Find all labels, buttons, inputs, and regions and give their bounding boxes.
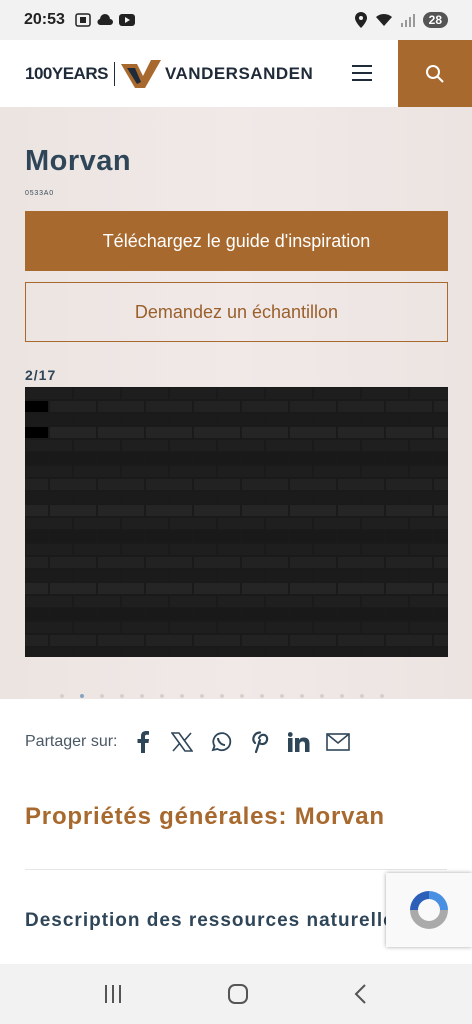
menu-button[interactable]	[345, 56, 379, 90]
gallery-dot[interactable]	[240, 694, 244, 698]
gallery-counter: 2/17	[25, 367, 57, 383]
share-row: Partager sur:	[25, 730, 365, 754]
search-button[interactable]	[398, 40, 472, 107]
gallery-dot[interactable]	[100, 694, 104, 698]
gallery-dot-active[interactable]	[80, 694, 84, 698]
cloud-icon	[97, 14, 113, 26]
properties-heading: Propriétés générales: Morvan	[25, 803, 385, 830]
youtube-icon	[118, 14, 135, 26]
brick-wall-image	[25, 388, 448, 657]
logo-divider	[113, 61, 115, 86]
recaptcha-icon	[410, 891, 448, 929]
gallery-dot[interactable]	[60, 694, 64, 698]
share-label: Partager sur:	[25, 733, 118, 750]
home-icon[interactable]	[226, 982, 250, 1006]
status-bar: 20:53 28	[0, 0, 472, 40]
system-nav-bar	[0, 964, 472, 1024]
gallery-dot[interactable]	[340, 694, 344, 698]
product-hero: Morvan 0533A0 Téléchargez le guide d'ins…	[0, 107, 472, 699]
gallery-dot[interactable]	[160, 694, 164, 698]
download-guide-button[interactable]: Téléchargez le guide d'inspiration	[25, 211, 448, 271]
status-time: 20:53	[24, 11, 65, 28]
whatsapp-icon[interactable]	[209, 730, 233, 754]
logo[interactable]: 100YEARS VANDERSANDEN	[25, 54, 313, 94]
gallery-dot[interactable]	[220, 694, 224, 698]
menu-bar-1	[352, 65, 372, 67]
gallery-dot[interactable]	[200, 694, 204, 698]
request-sample-button[interactable]: Demandez un échantillon	[25, 282, 448, 342]
site-header: 100YEARS VANDERSANDEN	[0, 40, 472, 107]
gallery-dot[interactable]	[320, 694, 324, 698]
brand-mark-icon	[120, 59, 161, 88]
gallery-dots	[60, 694, 384, 698]
email-icon[interactable]	[326, 730, 351, 754]
gallery-dot[interactable]	[140, 694, 144, 698]
status-notification-icons	[75, 13, 135, 27]
section-divider	[25, 869, 447, 870]
gallery-dot[interactable]	[360, 694, 364, 698]
status-system-icons: 28	[354, 12, 448, 28]
menu-bar-3	[352, 79, 372, 81]
back-icon[interactable]	[351, 982, 371, 1006]
wifi-icon	[375, 13, 392, 26]
menu-bar-2	[352, 72, 372, 74]
gallery-dot[interactable]	[260, 694, 264, 698]
years-logo-text: 100YEARS	[25, 63, 108, 83]
pinterest-icon[interactable]	[248, 730, 272, 754]
search-icon	[426, 64, 444, 83]
brand-logo-text: VANDERSANDEN	[164, 63, 314, 83]
product-image[interactable]	[25, 387, 448, 657]
gallery-dot[interactable]	[120, 694, 124, 698]
gallery-dot[interactable]	[280, 694, 284, 698]
facebook-icon[interactable]	[131, 730, 155, 754]
x-icon[interactable]	[170, 730, 194, 754]
gallery-dot[interactable]	[180, 694, 184, 698]
linkedin-icon[interactable]	[287, 730, 311, 754]
recent-apps-icon[interactable]	[101, 983, 125, 1005]
battery-indicator: 28	[422, 12, 448, 28]
description-accordion-title[interactable]: Description des ressources naturelles	[25, 910, 390, 932]
product-code: 0533A0	[25, 190, 54, 197]
page-title: Morvan	[25, 145, 132, 177]
screenshot-icon	[75, 13, 91, 27]
recaptcha-badge[interactable]	[386, 873, 472, 947]
gallery-dot[interactable]	[300, 694, 304, 698]
gallery-dot[interactable]	[380, 694, 384, 698]
location-icon	[354, 12, 367, 28]
signal-icon	[400, 14, 415, 27]
